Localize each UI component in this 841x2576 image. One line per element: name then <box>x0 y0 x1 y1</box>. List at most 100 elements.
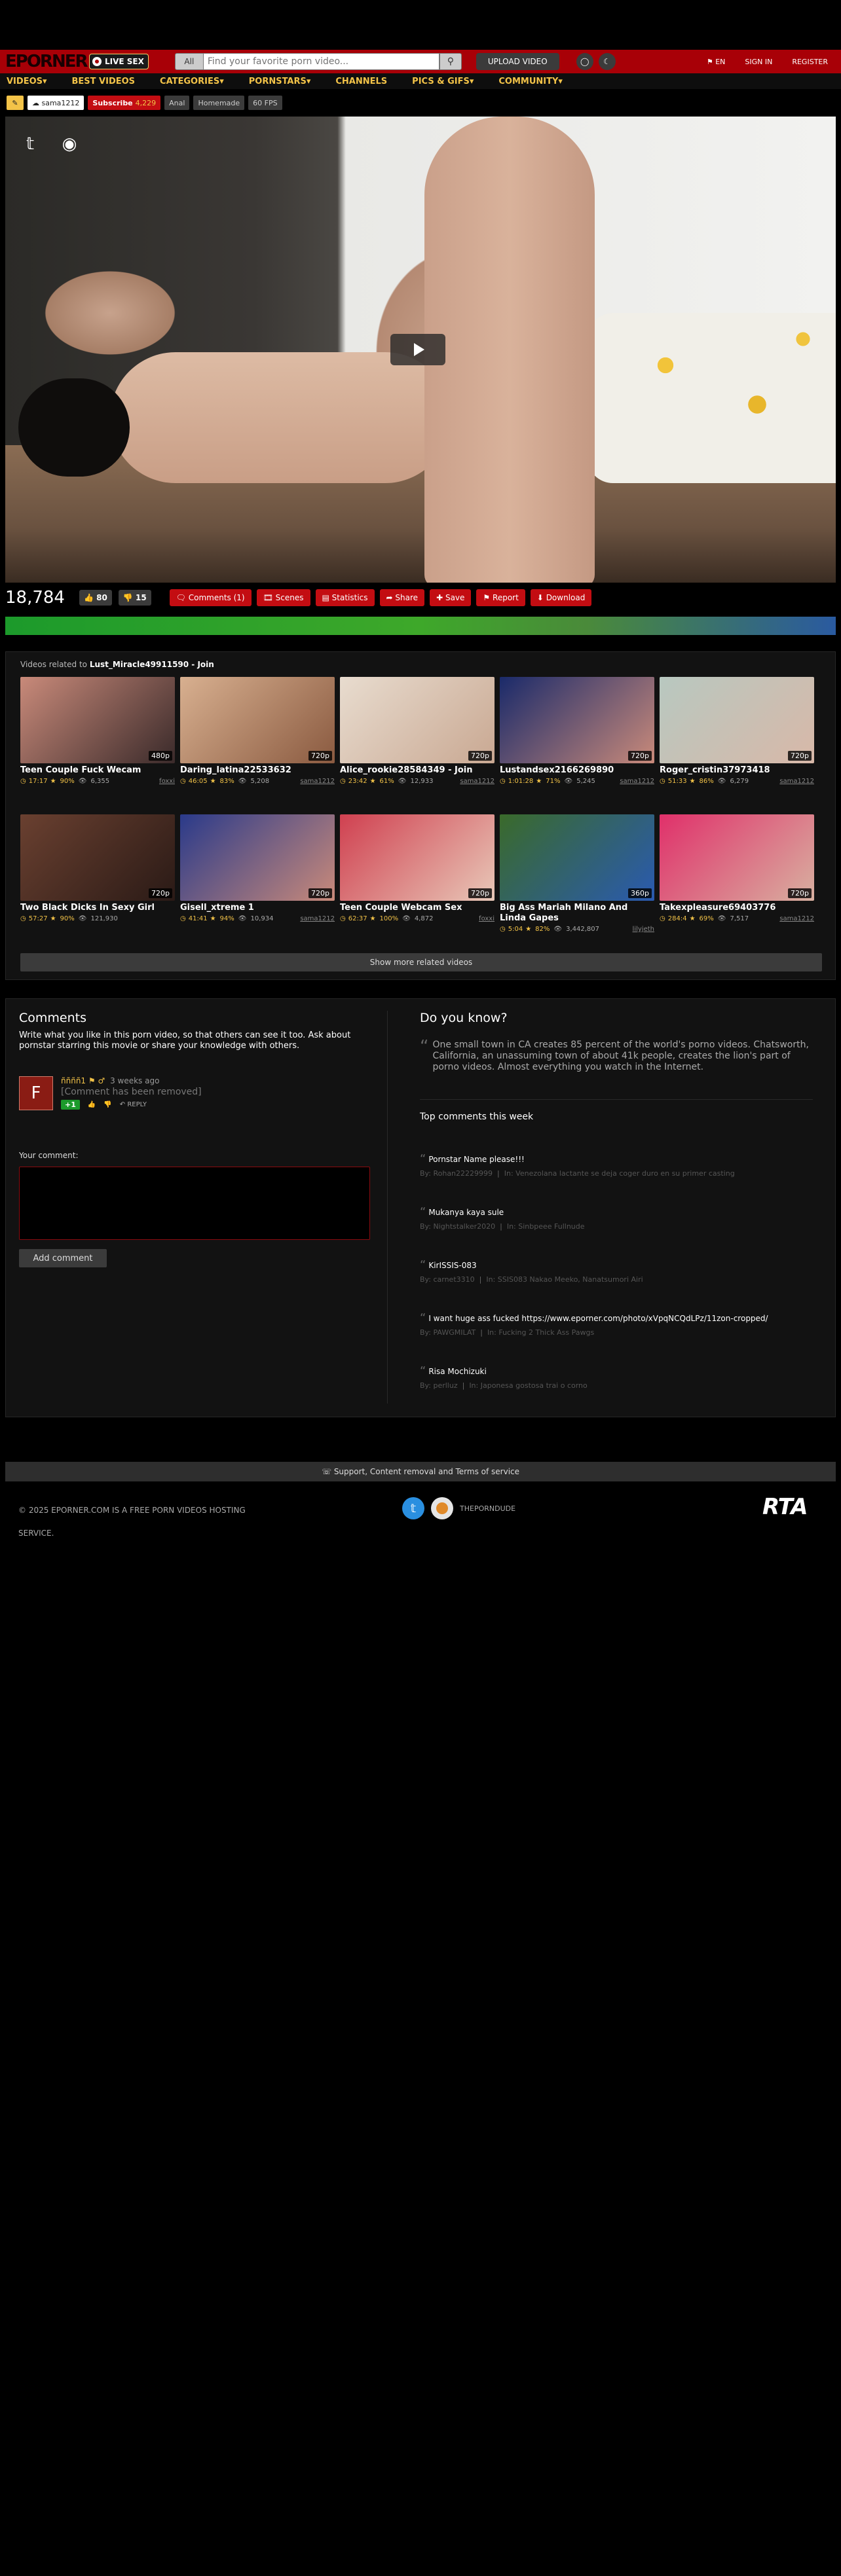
video-card[interactable]: 720p Teen Couple Webcam Sex ◷ 62:37 ★ 100% 👁 4,… <box>340 814 495 940</box>
video-uploader[interactable]: sama1212 <box>300 778 335 785</box>
top-comment-video[interactable]: Venezolana lactante se deja coger duro e… <box>515 1169 735 1178</box>
video-card[interactable]: 720p Daring_latina22533632 ◷ 46:05 ★ 83% 👁 5,20… <box>180 677 335 803</box>
thumbs-down-icon[interactable]: 👎 <box>103 1101 111 1108</box>
top-comment-video[interactable]: Fucking 2 Thick Ass Pawgs <box>498 1328 594 1337</box>
video-card[interactable]: 720p Two Black Dicks In Sexy Girl ◷ 57:27 ★ 9… <box>20 814 175 940</box>
top-comment-text[interactable]: KirISSIS-083 <box>428 1261 476 1270</box>
video-uploader[interactable]: foxxi <box>159 778 175 785</box>
nav-pics-gifs[interactable]: PICS & GIFS▾ <box>412 77 474 86</box>
video-title[interactable]: Teen Couple Webcam Sex <box>340 903 495 913</box>
language-select[interactable]: ⚑ EN <box>707 58 726 66</box>
top-comment-author[interactable]: carnet3310 <box>433 1275 474 1284</box>
video-title[interactable]: Gisell_xtreme 1 <box>180 903 335 913</box>
video-uploader[interactable]: lilyjeth <box>633 926 654 933</box>
upload-video-button[interactable]: UPLOAD VIDEO <box>476 53 559 70</box>
video-thumbnail[interactable]: 720p <box>180 677 335 763</box>
register-link[interactable]: REGISTER <box>792 58 828 66</box>
video-title[interactable]: Roger_cristin37973418 <box>660 765 814 776</box>
subscribe-button[interactable]: Subscribe 4,229 <box>88 96 161 110</box>
like-button[interactable]: 👍 80 <box>79 590 112 606</box>
video-title[interactable]: Two Black Dicks In Sexy Girl <box>20 903 175 913</box>
sign-in-link[interactable]: SIGN IN <box>745 58 772 66</box>
live-cam-button[interactable]: ◯ <box>576 53 593 70</box>
top-comment-author[interactable]: Nightstalker2020 <box>433 1222 495 1231</box>
video-uploader[interactable]: sama1212 <box>300 915 335 922</box>
comment-username[interactable]: ññññ1 <box>61 1076 86 1085</box>
video-uploader[interactable]: sama1212 <box>779 778 814 785</box>
twitter-icon[interactable]: 𝕥 <box>402 1497 424 1519</box>
dark-mode-toggle[interactable]: ☾ <box>598 53 616 70</box>
top-comment-video[interactable]: Sinbpeee Fullnude <box>518 1222 584 1231</box>
video-card[interactable]: 360p Big Ass Mariah Milano And Linda Gape… <box>500 814 654 940</box>
top-comment-video[interactable]: Japonesa gostosa trai o corno <box>481 1381 588 1390</box>
video-title[interactable]: Big Ass Mariah Milano And Linda Gapes <box>500 903 654 924</box>
top-comment-author[interactable]: Rohan22229999 <box>433 1169 493 1178</box>
search-input[interactable] <box>203 53 439 70</box>
video-thumbnail[interactable]: 720p <box>660 677 814 763</box>
video-title[interactable]: Daring_latina22533632 <box>180 765 335 776</box>
video-thumbnail[interactable]: 720p <box>340 814 495 901</box>
thumbs-up-icon[interactable]: 👍 <box>88 1101 96 1108</box>
nav-videos[interactable]: VIDEOS▾ <box>7 77 47 86</box>
show-more-related-button[interactable]: Show more related videos <box>20 953 822 971</box>
video-title[interactable]: Alice_rookie28584349 - Join <box>340 765 495 776</box>
video-title[interactable]: Teen Couple Fuck Wecam <box>20 765 175 776</box>
top-comment-text[interactable]: I want huge ass fucked https://www.eporn… <box>428 1314 768 1323</box>
nav-best-videos[interactable]: BEST VIDEOS <box>72 77 136 86</box>
category-tag[interactable]: Homemade <box>193 96 245 110</box>
play-button[interactable] <box>390 334 445 365</box>
video-uploader[interactable]: foxxi <box>479 915 495 922</box>
top-comment-video[interactable]: SSIS083 Nakao Meeko, Nanatsumori Airi <box>498 1275 643 1284</box>
live-sex-button[interactable]: LIVE SEX <box>89 54 149 69</box>
nav-pornstars[interactable]: PORNSTARS▾ <box>249 77 311 86</box>
video-card[interactable]: 720p Gisell_xtreme 1 ◷ 41:41 ★ 94% 👁 10,934 sama… <box>180 814 335 940</box>
video-thumbnail[interactable]: 720p <box>500 677 654 763</box>
related-source-title[interactable]: Lust_Miracle49911590 - Join <box>90 660 214 669</box>
top-comment-author[interactable]: perlluz <box>433 1381 457 1390</box>
site-logo[interactable]: EPORNER <box>5 52 88 71</box>
video-thumbnail[interactable]: 720p <box>340 677 495 763</box>
comment-textarea[interactable] <box>19 1167 370 1240</box>
top-comment-text[interactable]: Mukanya kaya sule <box>428 1208 504 1217</box>
download-button[interactable]: ⬇ Download <box>530 589 592 606</box>
video-thumbnail[interactable]: 720p <box>660 814 814 901</box>
dislike-button[interactable]: 👎 15 <box>118 590 151 606</box>
video-title[interactable]: Lustandsex2166269890 <box>500 765 654 776</box>
top-comment-text[interactable]: Risa Mochizuki <box>428 1367 487 1376</box>
search-scope-select[interactable]: All <box>174 53 204 70</box>
support-bar[interactable]: ☏ Support, Content removal and Terms of … <box>5 1462 836 1481</box>
category-tag[interactable]: 60 FPS <box>248 96 282 110</box>
video-thumbnail[interactable]: 480p <box>20 677 175 763</box>
reply-button[interactable]: ↶ REPLY <box>120 1101 147 1108</box>
search-button[interactable]: ⚲ <box>439 53 462 70</box>
video-thumbnail[interactable]: 720p <box>20 814 175 901</box>
twitter-icon[interactable]: 𝕥 <box>20 134 41 154</box>
top-comment-text[interactable]: Pornstar Name please!!! <box>428 1155 525 1164</box>
reddit-icon[interactable]: ◉ <box>59 134 80 154</box>
share-button[interactable]: ➦ Share <box>379 589 425 606</box>
video-uploader[interactable]: sama1212 <box>620 778 654 785</box>
porndude-icon[interactable] <box>431 1497 453 1519</box>
category-tag[interactable]: Anal <box>164 96 190 110</box>
video-card[interactable]: 720p Lustandsex2166269890 ◷ 1:01:28 ★ 71% 👁 5,2… <box>500 677 654 803</box>
nav-categories[interactable]: CATEGORIES▾ <box>160 77 224 86</box>
save-button[interactable]: ✚ Save <box>430 589 472 606</box>
porndude-link[interactable]: THEPORNDUDE <box>460 1504 515 1513</box>
comments-button[interactable]: 🗨 Comments (1) <box>169 589 252 606</box>
add-comment-button[interactable]: Add comment <box>19 1249 107 1267</box>
nav-channels[interactable]: CHANNELS <box>335 77 387 86</box>
video-card[interactable]: 720p Roger_cristin37973418 ◷ 51:33 ★ 86% 👁 6,27… <box>660 677 814 803</box>
scenes-button[interactable]: 🎞 Scenes <box>256 589 310 606</box>
video-uploader[interactable]: sama1212 <box>460 778 495 785</box>
avatar[interactable]: F <box>19 1076 53 1110</box>
video-card[interactable]: 480p Teen Couple Fuck Wecam ◷ 17:17 ★ 90% 👁 6,3… <box>20 677 175 803</box>
statistics-button[interactable]: ▤ Statistics <box>315 589 375 606</box>
video-player[interactable]: 𝕥 ◉ <box>5 117 836 583</box>
video-title[interactable]: Takexpleasure69403776 <box>660 903 814 913</box>
report-button[interactable]: ⚑ Report <box>476 589 525 606</box>
video-card[interactable]: 720p Takexpleasure69403776 ◷ 284:4 ★ 69% 👁 7,51… <box>660 814 814 940</box>
video-thumbnail[interactable]: 720p <box>180 814 335 901</box>
edit-tags-button[interactable]: ✎ <box>7 96 24 110</box>
top-comment-author[interactable]: PAWGMILAT <box>433 1328 476 1337</box>
video-card[interactable]: 720p Alice_rookie28584349 - Join ◷ 23:42 ★ 61… <box>340 677 495 803</box>
